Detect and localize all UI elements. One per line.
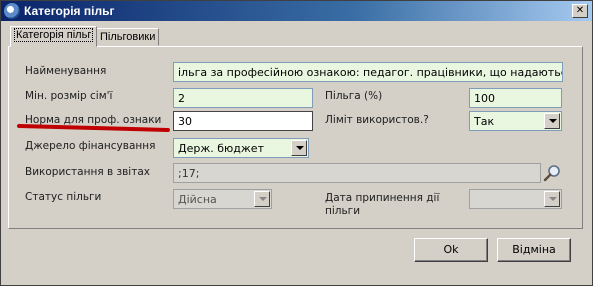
chevron-down-icon[interactable] (291, 140, 307, 156)
window-title: Категорія пільг (24, 4, 115, 18)
status-label: Статус пільги (25, 191, 102, 203)
end-date-label: Дата припинення дії пільги (325, 192, 439, 218)
dialog-window: Категорія пільг ✕ Категорія пільг Пільго… (0, 0, 593, 286)
search-icon[interactable] (543, 164, 561, 182)
name-label: Найменування (25, 65, 107, 77)
funding-label: Джерело фінансування (25, 140, 156, 152)
tab-category[interactable]: Категорія пільг (10, 26, 98, 47)
end-date-label-line2: пільги (325, 205, 361, 217)
status-select: Дійсна (173, 189, 272, 209)
min-family-label: Мін. розмір сім'ї (25, 90, 113, 102)
funding-select-value: Держ. бюджет (178, 142, 264, 155)
limit-label: Ліміт використов.? (325, 114, 429, 126)
tab-beneficiaries-label: Пільговики (100, 31, 156, 43)
chevron-down-icon (254, 191, 270, 207)
benefit-field[interactable]: 100 (469, 88, 562, 108)
norm-field[interactable]: 30 (173, 111, 313, 131)
min-family-field[interactable]: 2 (173, 88, 313, 108)
end-date-label-line1: Дата припинення дії (325, 192, 440, 204)
ok-button[interactable]: Ok (414, 238, 488, 262)
close-button[interactable]: ✕ (572, 4, 588, 18)
tab-beneficiaries[interactable]: Пільговики (96, 28, 160, 46)
reports-field[interactable]: ;17; (173, 163, 541, 183)
funding-select[interactable]: Держ. бюджет (173, 138, 309, 158)
tab-category-label: Категорія пільг (14, 28, 94, 42)
name-field[interactable]: ільга за професійною ознакою: педагог. п… (173, 62, 563, 82)
end-date-select (469, 189, 562, 209)
status-select-value: Дійсна (178, 193, 217, 206)
chevron-down-icon[interactable] (544, 113, 560, 129)
chevron-down-icon (544, 191, 560, 207)
title-bar[interactable]: Категорія пільг ✕ (1, 1, 592, 21)
app-icon (4, 3, 20, 19)
limit-select[interactable]: Так (469, 111, 562, 131)
cancel-button[interactable]: Відміна (497, 238, 571, 262)
limit-select-value: Так (474, 115, 495, 128)
benefit-label: Пільга (%) (325, 90, 383, 102)
reports-label: Використання в звітах (25, 166, 150, 178)
